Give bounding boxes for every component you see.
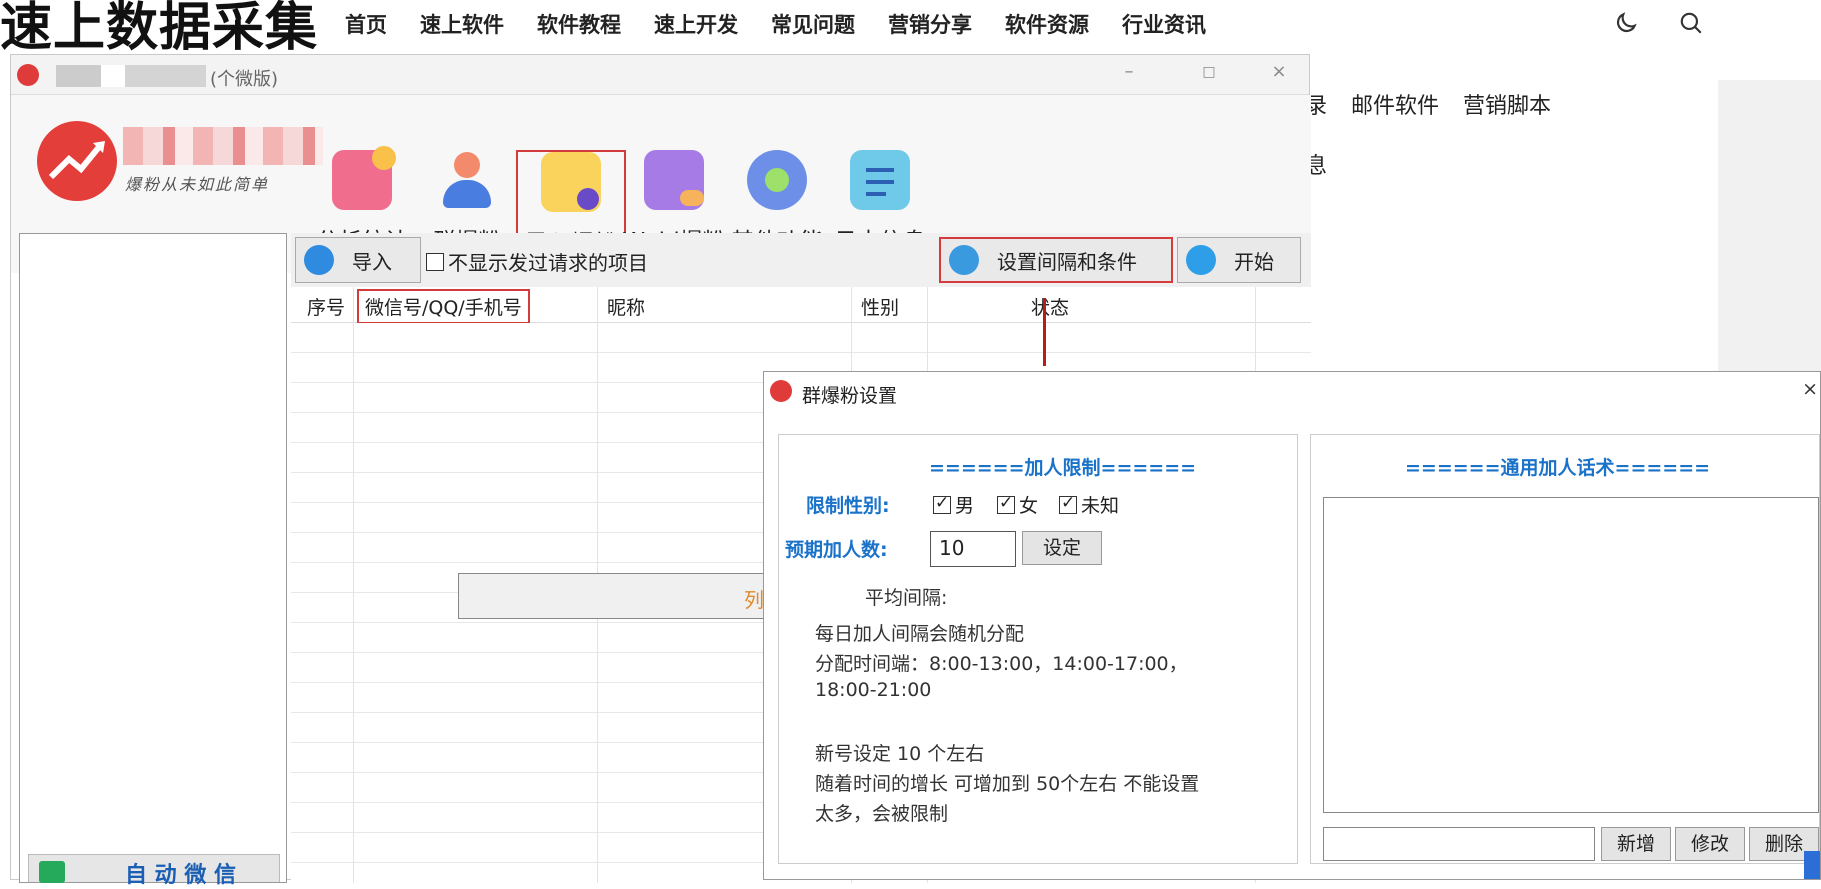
gender-label: 女 <box>1019 495 1039 517</box>
dialog-title: 群爆粉设置 <box>802 385 898 407</box>
app-logo-icon <box>770 380 792 402</box>
gender-label: 男 <box>955 495 975 517</box>
info-line: 随着时间的增长 可增加到 50个左右 不能设置 <box>815 773 1200 795</box>
add-script-button[interactable]: 新增 <box>1601 827 1671 861</box>
analytics-icon <box>332 146 396 210</box>
play-icon <box>1186 245 1216 275</box>
sub-nav-item[interactable]: 邮件软件 <box>1351 88 1439 120</box>
checkbox-icon[interactable] <box>933 493 951 514</box>
site-nav: 首页 速上软件 软件教程 速上开发 常见问题 营销分享 软件资源 行业资讯 <box>345 10 1206 40</box>
scroll-top-icon[interactable] <box>1804 851 1820 879</box>
add-limit-heading: ======加人限制====== <box>929 457 1197 479</box>
gender-label: 未知 <box>1081 495 1120 517</box>
column-settings-label: 列 <box>744 588 764 612</box>
script-input[interactable] <box>1323 827 1595 861</box>
dialog-titlebar[interactable]: 群爆粉设置 × <box>764 372 1820 412</box>
gender-unknown-checkbox[interactable]: 未知 <box>1059 491 1119 518</box>
nav-item-software[interactable]: 速上软件 <box>420 10 504 40</box>
checkbox-icon[interactable] <box>1059 493 1077 514</box>
gear-icon <box>949 245 979 275</box>
col-index[interactable]: 序号 <box>307 293 345 320</box>
start-button-label: 开始 <box>1234 249 1274 274</box>
set-button[interactable]: 设定 <box>1022 531 1102 565</box>
gender-male-checkbox[interactable]: 男 <box>933 491 974 518</box>
import-doc-icon <box>541 152 601 212</box>
nav-item-news[interactable]: 行业资讯 <box>1122 10 1206 40</box>
brand-slogan: 爆粉从未如此简单 <box>125 175 270 194</box>
auto-wechat-button[interactable]: 自 动 微 信 <box>28 854 280 888</box>
info-line: 每日加人间隔会随机分配 <box>815 623 1025 645</box>
expected-count-label: 预期加人数: <box>785 539 888 561</box>
col-nickname[interactable]: 昵称 <box>607 293 645 320</box>
nav-item-resources[interactable]: 软件资源 <box>1005 10 1089 40</box>
add-limit-panel: ======加人限制====== 限制性别: 男 女 未知 预期加人数: 10 … <box>778 434 1298 864</box>
nav-item-home[interactable]: 首页 <box>345 10 387 40</box>
script-heading: ======通用加人话术====== <box>1405 457 1711 479</box>
nav-item-marketing[interactable]: 营销分享 <box>888 10 972 40</box>
search-icon[interactable] <box>1678 10 1704 36</box>
column-settings-box[interactable]: 列 <box>458 573 788 619</box>
nav-item-tutorials[interactable]: 软件教程 <box>537 10 621 40</box>
content-toolbar: 导入 不显示发过请求的项目 设置间隔和条件 开始 <box>291 233 1311 287</box>
moon-icon[interactable] <box>1613 10 1639 36</box>
wxid-doc-icon <box>644 150 704 210</box>
site-title[interactable]: 速上数据采集 <box>0 0 318 56</box>
annotation-mark <box>1043 298 1046 366</box>
import-button-label: 导入 <box>352 249 392 274</box>
close-button[interactable]: × <box>1264 61 1294 82</box>
hide-requested-checkbox[interactable]: 不显示发过请求的项目 <box>426 247 648 276</box>
app-titlebar[interactable]: (个微版) – □ × <box>11 55 1309 95</box>
dialog-close-button[interactable]: × <box>1802 378 1818 400</box>
nav-item-faq[interactable]: 常见问题 <box>771 10 855 40</box>
info-line: 新号设定 10 个左右 <box>815 743 985 765</box>
app-logo-icon <box>17 64 39 86</box>
info-line: 18:00-21:00 <box>815 679 932 701</box>
download-icon <box>304 245 334 275</box>
info-line: 分配时间端：8:00-13:00，14:00-17:00， <box>815 653 1188 675</box>
avg-interval-label: 平均间隔: <box>865 587 948 609</box>
account-list-panel[interactable]: 自 动 微 信 <box>19 233 287 888</box>
settings-button-label: 设置间隔和条件 <box>997 249 1137 274</box>
expected-count-input[interactable]: 10 <box>930 531 1016 567</box>
start-button[interactable]: 开始 <box>1177 237 1301 283</box>
col-account[interactable]: 微信号/QQ/手机号 <box>357 289 530 324</box>
gender-female-checkbox[interactable]: 女 <box>997 491 1038 518</box>
col-gender[interactable]: 性别 <box>861 293 899 320</box>
edit-script-button[interactable]: 修改 <box>1675 827 1745 861</box>
checkbox-icon[interactable] <box>426 252 444 271</box>
blurred-title <box>56 65 206 87</box>
column-divider <box>353 287 354 883</box>
settings-dialog: 群爆粉设置 × ======加人限制====== 限制性别: 男 女 未知 预期… <box>763 371 1821 880</box>
checkbox-icon[interactable] <box>997 493 1015 514</box>
settings-button[interactable]: 设置间隔和条件 <box>939 237 1173 283</box>
sub-nav-item[interactable]: 营销脚本 <box>1463 88 1551 120</box>
sub-nav: 录 邮件软件 营销脚本 <box>1305 88 1551 120</box>
clipboard-icon <box>850 150 910 210</box>
user-group-icon <box>437 150 497 210</box>
brand-logo-icon <box>37 121 117 201</box>
minimize-button[interactable]: – <box>1114 61 1144 82</box>
blurred-brand-name <box>123 127 323 165</box>
import-button[interactable]: 导入 <box>295 237 421 283</box>
script-textarea[interactable] <box>1323 497 1819 813</box>
info-line: 太多，会被限制 <box>815 803 949 825</box>
hide-requested-label: 不显示发过请求的项目 <box>448 251 648 275</box>
col-status[interactable]: 状态 <box>1031 293 1069 320</box>
gender-limit-label: 限制性别: <box>806 495 890 517</box>
gear-icon <box>747 150 807 210</box>
script-panel: ======通用加人话术====== 新增 修改 删除 <box>1310 434 1820 864</box>
table-header: 序号 微信号/QQ/手机号 昵称 性别 状态 <box>291 287 1311 324</box>
maximize-button[interactable]: □ <box>1194 64 1224 80</box>
nav-item-dev[interactable]: 速上开发 <box>654 10 738 40</box>
auto-wechat-label: 自 动 微 信 <box>125 863 236 888</box>
window-title: (个微版) <box>210 69 279 90</box>
